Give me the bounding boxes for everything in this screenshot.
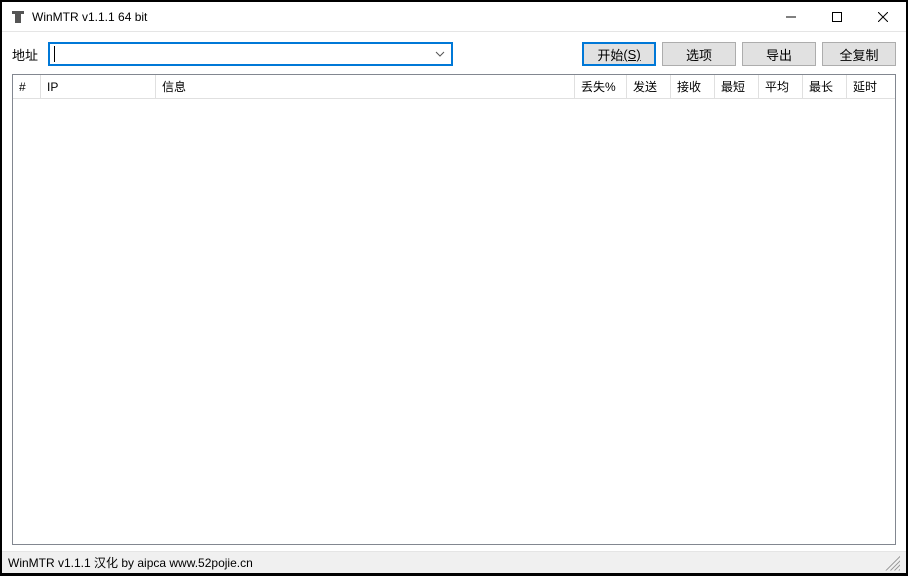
col-avg[interactable]: 平均 bbox=[759, 75, 803, 98]
toolbar: 地址 开始(S) 选项 导出 全复制 bbox=[2, 32, 906, 74]
col-info[interactable]: 信息 bbox=[156, 75, 575, 98]
close-button[interactable] bbox=[860, 2, 906, 32]
col-sent[interactable]: 发送 bbox=[627, 75, 671, 98]
col-last[interactable]: 延时 bbox=[847, 75, 895, 98]
window-title: WinMTR v1.1.1 64 bit bbox=[32, 10, 768, 24]
copyall-button-label: 全复制 bbox=[839, 45, 878, 64]
col-ip[interactable]: IP bbox=[41, 75, 156, 98]
title-bar: WinMTR v1.1.1 64 bit bbox=[2, 2, 906, 32]
col-best[interactable]: 最短 bbox=[715, 75, 759, 98]
status-bar: WinMTR v1.1.1 汉化 by aipca www.52pojie.cn bbox=[2, 551, 906, 573]
minimize-button[interactable] bbox=[768, 2, 814, 32]
app-window: WinMTR v1.1.1 64 bit 地址 开始(S) 选 bbox=[1, 1, 907, 574]
options-button[interactable]: 选项 bbox=[662, 42, 736, 66]
grid-body[interactable] bbox=[13, 99, 895, 544]
results-grid: # IP 信息 丢失% 发送 接收 最短 平均 最长 延时 bbox=[12, 74, 896, 545]
col-hash[interactable]: # bbox=[13, 75, 41, 98]
start-button-label-pre: 开始 bbox=[597, 45, 623, 64]
maximize-button[interactable] bbox=[814, 2, 860, 32]
export-button-label: 导出 bbox=[766, 45, 792, 64]
col-recv[interactable]: 接收 bbox=[671, 75, 715, 98]
col-worst[interactable]: 最长 bbox=[803, 75, 847, 98]
col-loss[interactable]: 丢失% bbox=[575, 75, 627, 98]
app-icon bbox=[10, 9, 26, 25]
status-text: WinMTR v1.1.1 汉化 by aipca www.52pojie.cn bbox=[8, 554, 253, 571]
copyall-button[interactable]: 全复制 bbox=[822, 42, 896, 66]
start-button[interactable]: 开始(S) bbox=[582, 42, 656, 66]
start-button-label-key: (S) bbox=[623, 47, 640, 62]
resize-grip-icon[interactable] bbox=[884, 555, 900, 571]
export-button[interactable]: 导出 bbox=[742, 42, 816, 66]
chevron-down-icon[interactable] bbox=[431, 49, 449, 60]
address-combobox[interactable] bbox=[48, 42, 453, 66]
window-controls bbox=[768, 2, 906, 32]
address-input[interactable] bbox=[55, 45, 431, 63]
address-label: 地址 bbox=[12, 45, 38, 64]
options-button-label: 选项 bbox=[686, 45, 712, 64]
grid-header: # IP 信息 丢失% 发送 接收 最短 平均 最长 延时 bbox=[13, 75, 895, 99]
